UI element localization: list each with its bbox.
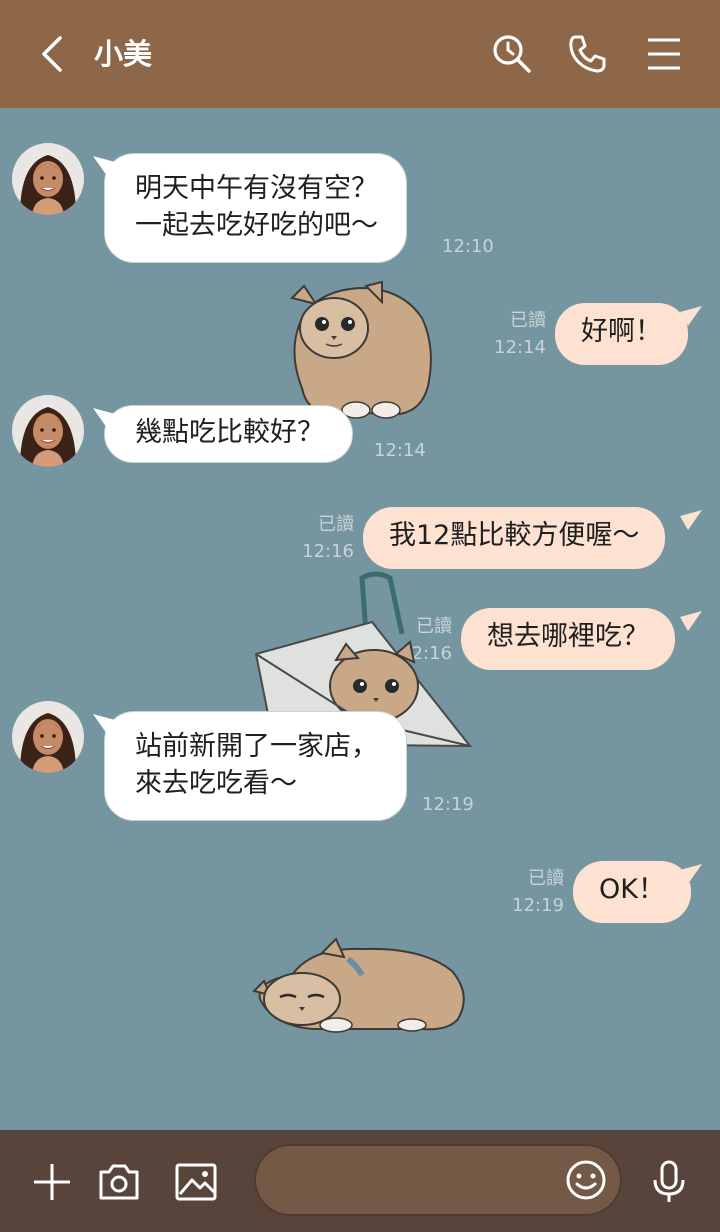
message-text: 幾點吃比較好？ — [135, 417, 324, 448]
message-text: 想去哪裡吃？ — [487, 621, 649, 652]
message-bubble-outgoing[interactable]: 想去哪裡吃？ — [461, 608, 675, 670]
message-time: 12:14 — [494, 337, 546, 358]
bubble-tail — [680, 864, 702, 884]
message-bubble-incoming[interactable]: 站前新開了一家店， 來去吃吃看～ — [104, 711, 407, 821]
chat-header: 小美 — [0, 0, 720, 108]
message-bubble-outgoing[interactable]: OK！ — [573, 861, 691, 923]
read-receipt: 已讀 — [528, 868, 564, 889]
message-time: 12:10 — [442, 236, 494, 257]
bubble-tail — [680, 510, 702, 530]
message-time: 12:19 — [422, 794, 474, 815]
plus-icon[interactable] — [28, 1158, 76, 1206]
message-bubble-incoming[interactable]: 幾點吃比較好？ — [104, 405, 353, 463]
message-text: 一起去吃好吃的吧～ — [135, 210, 378, 241]
microphone-icon[interactable] — [645, 1158, 693, 1206]
message-text: 明天中午有沒有空？ — [135, 173, 378, 204]
message-bubble-outgoing[interactable]: 我12點比較方便喔～ — [363, 507, 666, 569]
search-icon[interactable] — [488, 30, 536, 78]
message-text: 我12點比較方便喔～ — [389, 520, 640, 551]
read-receipt: 已讀 — [318, 514, 354, 535]
chat-area[interactable]: 明天中午有沒有空？ 一起去吃好吃的吧～ 12:10 好啊！ 已讀 12:14 幾… — [0, 108, 720, 1130]
phone-icon[interactable] — [563, 30, 611, 78]
avatar[interactable] — [12, 395, 84, 467]
message-time: 12:16 — [302, 541, 354, 562]
contact-name: 小美 — [94, 37, 153, 71]
back-chevron-icon[interactable] — [28, 30, 76, 78]
cat-sticker-sitting[interactable] — [282, 278, 437, 423]
bubble-tail — [93, 408, 115, 428]
message-bubble-outgoing[interactable]: 好啊！ — [555, 303, 688, 365]
menu-icon[interactable] — [640, 30, 688, 78]
avatar[interactable] — [12, 143, 84, 215]
camera-icon[interactable] — [95, 1158, 143, 1206]
bubble-tail — [93, 714, 115, 734]
message-text: 好啊！ — [581, 316, 662, 347]
message-text: 站前新開了一家店， — [135, 731, 378, 762]
message-bubble-incoming[interactable]: 明天中午有沒有空？ 一起去吃好吃的吧～ — [104, 153, 407, 263]
cat-sticker-lying[interactable] — [252, 935, 470, 1035]
message-text: 來去吃吃看～ — [135, 768, 297, 799]
bubble-tail — [93, 156, 115, 176]
message-text: OK！ — [599, 874, 665, 905]
read-receipt: 已讀 — [510, 310, 546, 331]
bubble-tail — [680, 611, 702, 631]
message-time: 12:14 — [374, 440, 426, 461]
message-time: 12:19 — [512, 895, 564, 916]
bubble-tail — [680, 306, 702, 326]
image-icon[interactable] — [172, 1158, 220, 1206]
emoji-icon[interactable] — [562, 1156, 610, 1204]
avatar[interactable] — [12, 701, 84, 773]
